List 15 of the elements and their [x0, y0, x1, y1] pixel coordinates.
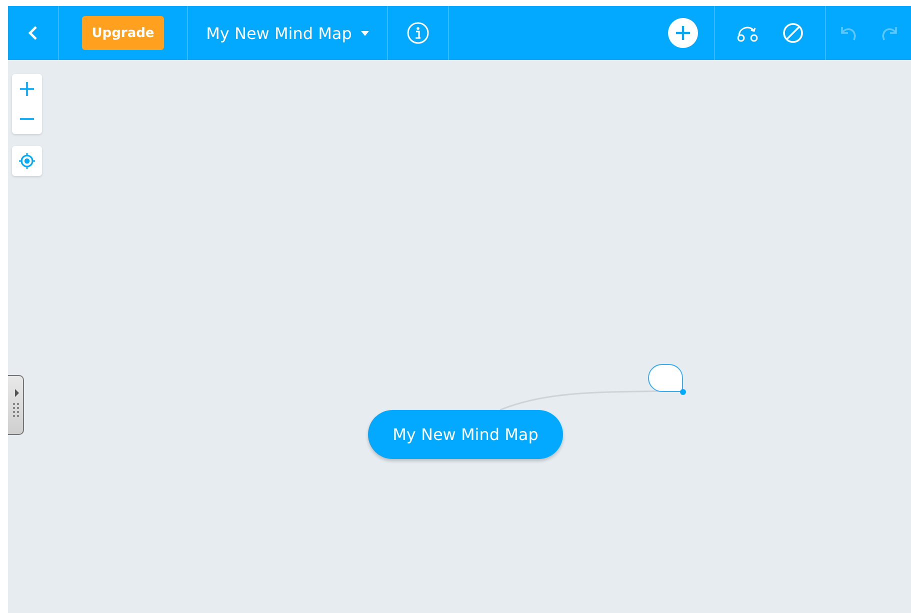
- relationship-icon[interactable]: [736, 24, 760, 42]
- target-icon: [19, 153, 35, 169]
- side-panel-handle[interactable]: [8, 375, 24, 435]
- chevron-left-icon: [28, 25, 38, 41]
- plus-icon: [20, 82, 34, 96]
- central-topic-node[interactable]: My New Mind Map: [368, 410, 563, 459]
- center-button[interactable]: [12, 146, 42, 176]
- add-icon[interactable]: [668, 18, 698, 48]
- upgrade-button[interactable]: Upgrade: [82, 16, 164, 50]
- caret-icon: [360, 30, 369, 36]
- resize-handle[interactable]: [680, 389, 686, 395]
- map-title-dropdown[interactable]: My New Mind Map: [206, 24, 369, 42]
- subtopic-node[interactable]: [648, 364, 683, 392]
- prohibited-icon[interactable]: [782, 22, 804, 44]
- info-icon[interactable]: [407, 22, 429, 44]
